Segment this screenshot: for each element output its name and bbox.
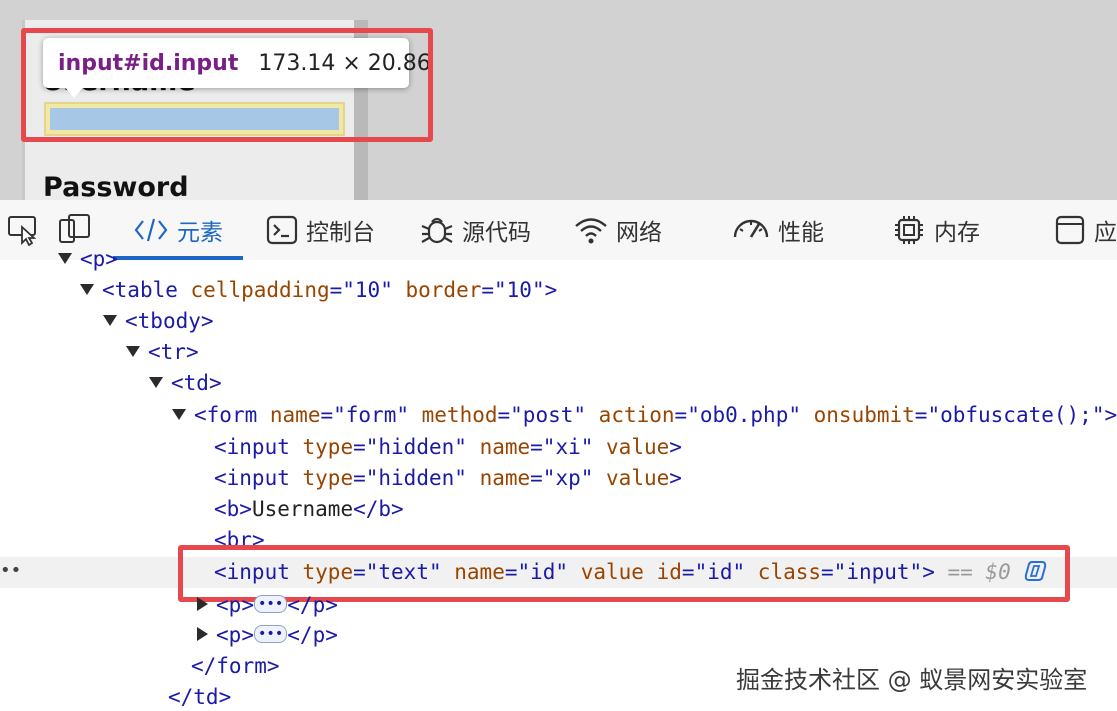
tab-sources[interactable]: 源代码	[420, 200, 531, 260]
bug-icon	[421, 217, 453, 244]
watermark: 掘金技术社区 @ 蚁景网安实验室	[736, 666, 1088, 694]
dom-line-form-close[interactable]: </form>	[191, 651, 280, 682]
tab-application-label: 应	[1094, 220, 1117, 246]
tab-network-label: 网络	[616, 220, 662, 246]
panel-icon	[1055, 215, 1085, 245]
ellipsis-badge[interactable]: •••	[253, 625, 288, 643]
tab-performance[interactable]: 性能	[732, 200, 824, 260]
device-toolbar-icon[interactable]	[58, 212, 92, 246]
console-icon	[266, 215, 298, 245]
dom-line-p-collapsed-2[interactable]: <p> ••• </p>	[197, 620, 338, 651]
dom-line-tbody[interactable]: <tbody>	[103, 306, 214, 337]
tab-memory-label: 内存	[934, 220, 980, 246]
code-icon	[134, 218, 168, 242]
dom-line-form[interactable]: <form name="form" method="post" action="…	[172, 400, 1117, 431]
dom-line-p[interactable]: <p>	[58, 244, 118, 275]
highlight-box-top	[21, 28, 433, 142]
gauge-icon	[733, 219, 769, 238]
dom-line-td[interactable]: <td>	[149, 368, 222, 399]
password-label: Password	[43, 172, 189, 203]
dom-line-td-close[interactable]: </td>	[168, 682, 231, 711]
tab-memory[interactable]: 内存	[892, 200, 980, 260]
ellipsis-badge[interactable]: •••	[253, 595, 288, 613]
inspect-element-icon[interactable]	[6, 212, 40, 246]
chip-icon	[895, 216, 923, 244]
tab-console-label: 控制台	[306, 220, 375, 246]
dom-line-table[interactable]: <table cellpadding="10" border="10">	[80, 275, 557, 306]
dom-line-hidden-xp[interactable]: <input type="hidden" name="xp" value>	[214, 463, 682, 494]
dom-line-b[interactable]: <b>Username</b>	[214, 494, 404, 525]
dom-line-p-collapsed-1[interactable]: <p> ••• </p>	[197, 590, 338, 621]
tab-elements[interactable]: 元素	[133, 200, 223, 260]
dom-line-tr[interactable]: <tr>	[126, 337, 199, 368]
tab-sources-label: 源代码	[462, 220, 531, 246]
tab-network[interactable]: 网络	[574, 200, 662, 260]
tab-performance-label: 性能	[778, 220, 824, 246]
wifi-icon	[575, 218, 607, 244]
dom-line-hidden-xi[interactable]: <input type="hidden" name="xi" value>	[214, 432, 682, 463]
tab-console[interactable]: 控制台	[266, 200, 375, 260]
tab-elements-label: 元素	[177, 220, 223, 246]
row-options-icon[interactable]: ••	[0, 560, 21, 581]
tab-application[interactable]: 应	[1054, 200, 1117, 260]
